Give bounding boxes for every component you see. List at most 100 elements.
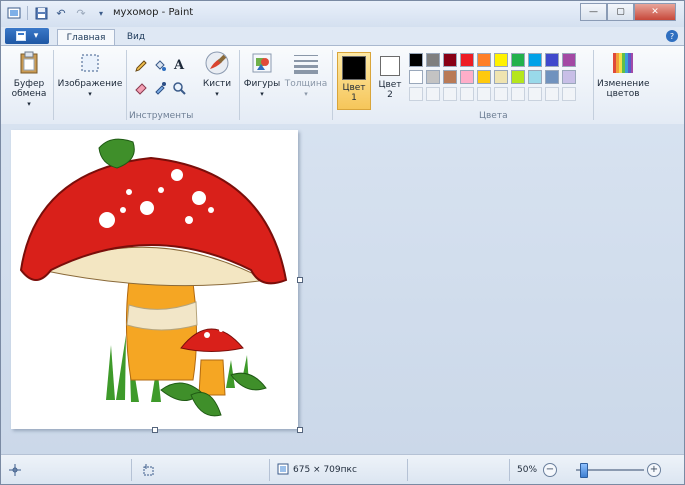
palette-swatch[interactable]	[409, 53, 423, 67]
status-bar: 675 × 709пкс 50% − +	[1, 454, 684, 484]
palette-swatch[interactable]	[460, 53, 474, 67]
image-size-icon	[277, 463, 289, 478]
shapes-icon	[249, 50, 275, 76]
palette-swatch[interactable]	[528, 53, 542, 67]
brushes-dropdown-icon: ▾	[215, 90, 219, 98]
palette-empty-slot[interactable]	[443, 87, 457, 101]
undo-icon[interactable]: ↶	[54, 6, 68, 20]
tools-group-label: Инструменты	[129, 111, 194, 121]
palette-empty-slot[interactable]	[494, 87, 508, 101]
palette-swatch[interactable]	[460, 70, 474, 84]
image-button[interactable]: Изображение ▾	[57, 50, 123, 99]
shapes-dropdown-icon: ▾	[260, 90, 264, 98]
palette-empty-slot[interactable]	[426, 87, 440, 101]
palette-swatch[interactable]	[562, 53, 576, 67]
paint-window: ↶ ↷ ▾ мухомор - Paint — ▢ ✕ ▾ Главная Ви…	[0, 0, 685, 485]
maximize-button[interactable]: ▢	[607, 3, 634, 21]
eraser-icon[interactable]	[133, 80, 149, 96]
resize-handle-corner[interactable]	[297, 427, 303, 433]
image-label: Изображение	[57, 79, 123, 89]
palette-empty-slot[interactable]	[460, 87, 474, 101]
thickness-label: Толщина	[284, 79, 328, 89]
resize-handle-bottom[interactable]	[152, 427, 158, 433]
color1-button[interactable]: Цвет 1	[337, 52, 371, 110]
thickness-button[interactable]: Толщина ▾	[284, 50, 328, 99]
image-select-icon	[77, 50, 103, 76]
window-controls: — ▢ ✕	[580, 3, 676, 21]
palette-swatch[interactable]	[426, 70, 440, 84]
brushes-label: Кисти	[202, 79, 232, 89]
zoom-slider-thumb[interactable]	[579, 463, 588, 478]
tab-view[interactable]: Вид	[119, 29, 153, 45]
zoom-out-button[interactable]: −	[543, 463, 557, 477]
group-separator	[593, 50, 594, 120]
zoom-in-button[interactable]: +	[647, 463, 661, 477]
cursor-position-icon	[9, 455, 21, 484]
palette-empty-slot[interactable]	[511, 87, 525, 101]
save-icon[interactable]	[34, 6, 48, 20]
minimize-button[interactable]: —	[580, 3, 607, 21]
window-title: мухомор - Paint	[113, 7, 194, 18]
palette-empty-slot[interactable]	[545, 87, 559, 101]
edit-colors-button[interactable]: Изменение цветов	[595, 50, 651, 99]
clipboard-button[interactable]: Буфер обмена ▾	[7, 50, 51, 109]
color1-label: Цвет 1	[342, 83, 366, 103]
zoom-level-text: 50%	[517, 465, 538, 475]
ribbon: Буфер обмена ▾ Изображение ▾ A Инструмен…	[1, 45, 684, 125]
palette-swatch[interactable]	[528, 70, 542, 84]
status-divider	[269, 459, 270, 481]
resize-handle-right[interactable]	[297, 277, 303, 283]
edit-colors-icon	[610, 50, 636, 76]
selection-size-icon	[143, 455, 155, 484]
clipboard-icon	[16, 50, 42, 76]
tab-home[interactable]: Главная	[57, 29, 115, 46]
palette-swatch[interactable]	[477, 70, 491, 84]
palette-empty-slot[interactable]	[477, 87, 491, 101]
mushroom-image	[19, 138, 288, 417]
qat-separator	[27, 6, 28, 20]
palette-empty-slot[interactable]	[409, 87, 423, 101]
image-dropdown-icon: ▾	[88, 90, 92, 98]
group-separator	[53, 50, 54, 120]
shapes-button[interactable]: Фигуры ▾	[243, 50, 281, 99]
palette-swatch[interactable]	[545, 53, 559, 67]
edit-colors-label: Изменение цветов	[597, 79, 650, 99]
palette-swatch[interactable]	[443, 53, 457, 67]
redo-icon[interactable]: ↷	[74, 6, 88, 20]
text-tool-icon[interactable]: A	[171, 57, 187, 73]
color2-swatch	[380, 56, 400, 76]
status-divider	[131, 459, 132, 481]
fill-icon[interactable]	[152, 58, 168, 74]
file-menu-button[interactable]: ▾	[5, 28, 49, 44]
brush-icon	[204, 50, 230, 76]
pencil-icon[interactable]	[133, 58, 149, 74]
palette-swatch[interactable]	[511, 53, 525, 67]
palette-swatch[interactable]	[545, 70, 559, 84]
palette-swatch[interactable]	[562, 70, 576, 84]
canvas-area[interactable]	[1, 124, 684, 454]
paint-app-icon[interactable]	[7, 6, 21, 20]
drawing-canvas[interactable]	[11, 130, 298, 429]
thickness-icon	[293, 50, 319, 76]
group-separator	[332, 50, 333, 120]
palette-swatch[interactable]	[511, 70, 525, 84]
color1-swatch	[342, 56, 366, 80]
palette-swatch[interactable]	[494, 70, 508, 84]
palette-swatch[interactable]	[494, 53, 508, 67]
color2-button[interactable]: Цвет 2	[374, 52, 406, 106]
magnifier-icon[interactable]	[171, 80, 187, 96]
palette-empty-slot[interactable]	[528, 87, 542, 101]
brushes-button[interactable]: Кисти ▾	[199, 50, 235, 99]
color-picker-icon[interactable]	[152, 80, 168, 96]
palette-empty-slot[interactable]	[562, 87, 576, 101]
palette-swatch[interactable]	[477, 53, 491, 67]
clipboard-dropdown-icon: ▾	[27, 100, 31, 108]
ribbon-tabs: ▾ Главная Вид ?	[1, 27, 684, 46]
help-icon[interactable]: ?	[666, 30, 678, 42]
thickness-dropdown-icon: ▾	[304, 90, 308, 98]
palette-swatch[interactable]	[409, 70, 423, 84]
palette-swatch[interactable]	[443, 70, 457, 84]
close-button[interactable]: ✕	[634, 3, 676, 21]
customize-qat-icon[interactable]: ▾	[94, 6, 108, 20]
palette-swatch[interactable]	[426, 53, 440, 67]
